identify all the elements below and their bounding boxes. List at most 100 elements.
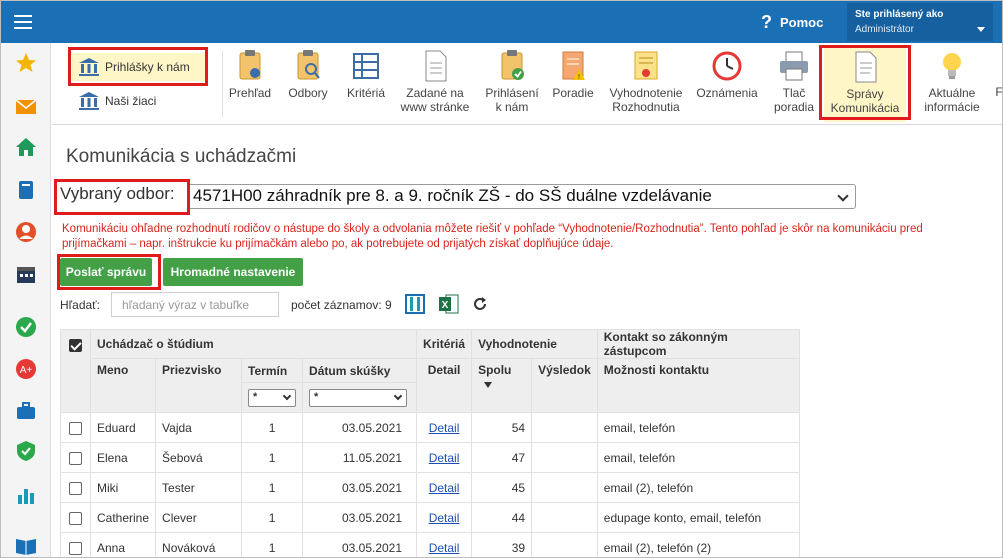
tool-current-info[interactable]: Aktuálne informácie xyxy=(914,49,990,114)
tool-ranking[interactable]: ! Poradie xyxy=(548,49,598,100)
table-row[interactable]: Anna Nováková 1 03.05.2021 Detail 39 email (2)… xyxy=(60,532,800,557)
our-students-label: Naši žiaci xyxy=(105,94,157,108)
detail-link[interactable]: Detail xyxy=(429,421,460,435)
field-select-value: 4571H00 záhradník pre 8. a 9. ročník ZŠ … xyxy=(193,186,712,205)
user-menu[interactable]: Ste prihlásený ako Administrátor xyxy=(847,3,993,41)
cell-result xyxy=(531,532,598,557)
cell-first-name: Catherine xyxy=(89,502,157,533)
cell-exam-date: 11.05.2021 xyxy=(302,442,418,473)
page-title: Komunikácia s uchádzačmi xyxy=(66,146,297,167)
select-all-checkbox[interactable] xyxy=(69,339,82,353)
table-row[interactable]: Miki Tester 1 03.05.2021 Detail 45 email (2), … xyxy=(60,472,800,503)
tool-messages[interactable]: Správy Komunikácia xyxy=(824,46,906,122)
tool-registered[interactable]: Prihlásení k nám xyxy=(480,49,544,114)
tool-web[interactable]: Zadané na www stránke xyxy=(398,49,472,114)
app-window: ? Pomoc Ste prihlásený ako Administrátor… xyxy=(0,0,1003,558)
cell-last-name: Vajda xyxy=(155,412,243,443)
send-message-button[interactable]: Poslať správu xyxy=(60,258,152,286)
user-line1: Ste prihlásený ako xyxy=(855,9,944,20)
group-evaluation: Vyhodnotenie xyxy=(471,329,598,359)
tool-web-label-1: Zadané na xyxy=(406,86,464,100)
cell-term: 1 xyxy=(241,472,304,503)
applications-button[interactable]: Prihlášky k nám xyxy=(72,53,206,81)
tool-fields[interactable]: Odbory xyxy=(282,49,334,100)
school-building-icon xyxy=(79,92,99,110)
term-filter-select[interactable]: * xyxy=(248,388,297,407)
date-filter-select[interactable]: * xyxy=(309,388,408,407)
cell-first-name: Elena xyxy=(89,442,157,473)
detail-link[interactable]: Detail xyxy=(429,481,460,495)
cell-contact-options: edupage konto, email, telefón xyxy=(596,502,800,533)
home-icon[interactable] xyxy=(14,135,38,159)
row-select-cell xyxy=(60,502,91,533)
table-row[interactable]: Catherine Clever 1 03.05.2021 Detail 44 edupag… xyxy=(60,502,800,533)
cell-detail: Detail xyxy=(416,532,473,557)
briefcase-icon[interactable] xyxy=(14,399,38,423)
tool-messages-label-2: Komunikácia xyxy=(830,101,900,115)
tool-print-label-1: Tlač xyxy=(782,86,806,100)
columns-icon[interactable] xyxy=(404,293,426,315)
tool-evaluation[interactable]: Vyhodnotenie Rozhodnutia xyxy=(604,49,688,114)
col-exam-date[interactable]: Dátum skúšky xyxy=(302,358,418,383)
tool-registered-label-2: k nám xyxy=(495,100,529,114)
book-icon[interactable] xyxy=(14,178,38,202)
menu-icon[interactable] xyxy=(9,7,37,35)
table-body: Eduard Vajda 1 03.05.2021 Detail 54 email, tel… xyxy=(60,412,800,557)
check-circle-icon[interactable] xyxy=(14,315,38,339)
group-criteria: Kritériá xyxy=(416,329,473,359)
row-checkbox[interactable] xyxy=(69,451,82,465)
tool-more-label: F xyxy=(995,85,1003,99)
row-checkbox[interactable] xyxy=(69,421,82,435)
cell-contact-options: email, telefón xyxy=(596,412,800,443)
tool-more[interactable]: F xyxy=(994,85,1003,99)
search-input[interactable]: hľadaný výraz v tabuľke xyxy=(111,292,279,317)
bar-chart-icon[interactable] xyxy=(14,483,38,507)
select-all-cell xyxy=(60,329,91,413)
tool-current-info-label-2: informácie xyxy=(924,100,980,114)
tool-evaluation-label-2: Rozhodnutia xyxy=(612,100,680,114)
user-role: Administrátor xyxy=(855,24,914,35)
excel-icon[interactable]: X xyxy=(438,293,460,315)
row-checkbox[interactable] xyxy=(69,481,82,495)
row-checkbox[interactable] xyxy=(69,541,82,555)
field-select[interactable]: 4571H00 záhradník pre 8. a 9. ročník ZŠ … xyxy=(188,184,856,209)
bulk-settings-button[interactable]: Hromadné nastavenie xyxy=(163,258,303,286)
clock-icon xyxy=(712,51,742,81)
clipboard-search-icon xyxy=(297,50,320,80)
cell-result xyxy=(531,442,598,473)
shield-icon[interactable] xyxy=(14,439,38,463)
our-students-button[interactable]: Naši žiaci xyxy=(72,87,206,115)
col-contact-options[interactable]: Možnosti kontaktu xyxy=(596,358,800,413)
tool-notifications[interactable]: Oznámenia xyxy=(692,49,762,100)
calendar-icon[interactable] xyxy=(14,262,38,286)
col-first-name[interactable]: Meno xyxy=(89,358,157,413)
record-count: počet záznamov: 9 xyxy=(291,298,392,312)
table-row[interactable]: Eduard Vajda 1 03.05.2021 Detail 54 email, tel… xyxy=(60,412,800,443)
star-icon[interactable] xyxy=(14,51,38,75)
tool-print-ranking[interactable]: Tlač poradia xyxy=(766,49,822,114)
col-result[interactable]: Výsledok xyxy=(531,358,598,413)
col-term[interactable]: Termín xyxy=(241,358,304,383)
col-total[interactable]: Spolu xyxy=(471,358,533,413)
tool-ranking-label-1: Poradie xyxy=(552,86,594,100)
cell-total: 47 xyxy=(471,442,533,473)
date-filter-cell: * xyxy=(302,382,418,413)
refresh-icon[interactable] xyxy=(472,296,488,312)
tool-criteria[interactable]: Kritériá xyxy=(338,49,394,100)
pie-icon[interactable]: A+ xyxy=(14,357,38,381)
mail-icon[interactable] xyxy=(14,95,38,119)
cell-total: 45 xyxy=(471,472,533,503)
detail-link[interactable]: Detail xyxy=(429,451,460,465)
help-button[interactable]: ? Pomoc xyxy=(761,12,823,33)
col-last-name[interactable]: Priezvisko xyxy=(155,358,243,413)
detail-link[interactable]: Detail xyxy=(429,541,460,555)
cell-exam-date: 03.05.2021 xyxy=(302,502,418,533)
cell-result xyxy=(531,502,598,533)
row-checkbox[interactable] xyxy=(69,511,82,525)
user-icon[interactable] xyxy=(14,220,38,244)
tool-overview[interactable]: Prehľad xyxy=(222,49,278,100)
cell-first-name: Anna xyxy=(89,532,157,557)
open-book-icon[interactable] xyxy=(14,533,38,557)
table-row[interactable]: Elena Šebová 1 11.05.2021 Detail 47 email, tel… xyxy=(60,442,800,473)
detail-link[interactable]: Detail xyxy=(429,511,460,525)
